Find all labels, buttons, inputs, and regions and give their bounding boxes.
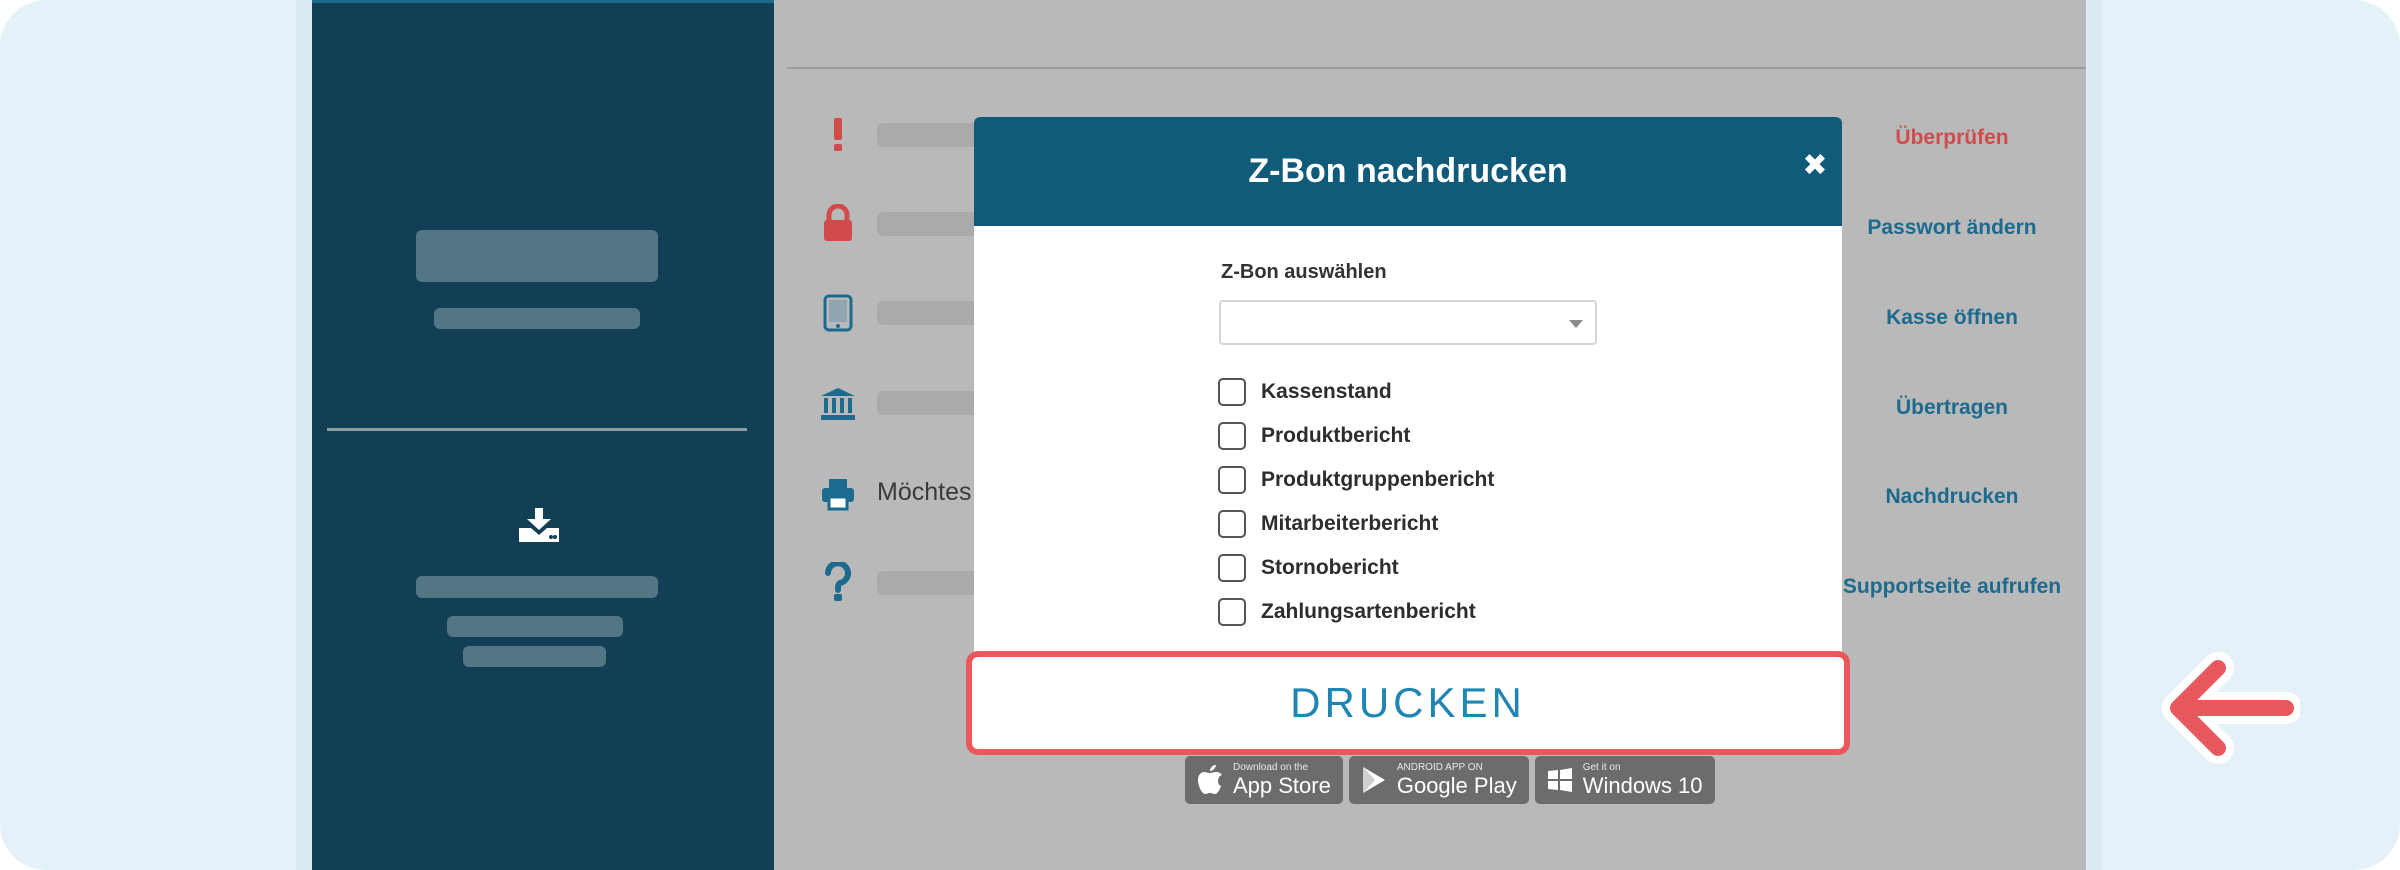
badge-big-text: App Store <box>1233 773 1331 798</box>
checkbox[interactable] <box>1218 422 1246 450</box>
sidebar <box>312 0 774 870</box>
sidebar-text-placeholder <box>463 646 606 667</box>
close-icon[interactable]: ✖ <box>1800 151 1830 181</box>
row-text-placeholder <box>877 391 987 415</box>
row-text: Möchtes <box>877 478 972 506</box>
action-reprint-link[interactable]: Nachdrucken <box>1802 485 2086 509</box>
report-checkbox-list: Kassenstand Produktbericht Produktgruppe… <box>1218 370 1494 634</box>
z-report-select[interactable] <box>1219 300 1597 345</box>
bank-icon <box>818 384 858 424</box>
checkbox-label: Mitarbeiterbericht <box>1261 512 1439 535</box>
checkbox-label: Stornobericht <box>1261 556 1399 579</box>
checkbox[interactable] <box>1218 554 1246 582</box>
dialog-header: Z-Bon nachdrucken ✖ <box>974 117 1842 226</box>
sidebar-top-line <box>312 0 774 3</box>
reprint-z-report-dialog: Z-Bon nachdrucken ✖ Z-Bon auswählen Kass… <box>974 117 1842 652</box>
action-check-link[interactable]: Überprüfen <box>1802 126 2086 150</box>
tablet-icon <box>818 293 858 333</box>
sidebar-divider <box>327 428 747 431</box>
z-report-select-label: Z-Bon auswählen <box>1221 261 1387 283</box>
printer-icon <box>818 474 858 514</box>
lock-icon <box>818 203 858 243</box>
app-store-badge[interactable]: Download on the App Store <box>1185 756 1343 804</box>
chevron-down-icon <box>1569 320 1583 328</box>
windows-store-badge[interactable]: Get it on Windows 10 <box>1534 756 1715 804</box>
action-open-register-link[interactable]: Kasse öffnen <box>1802 306 2086 330</box>
print-button[interactable]: DRUCKEN <box>966 651 1850 755</box>
action-change-password-link[interactable]: Passwort ändern <box>1802 216 2086 240</box>
row-text-placeholder <box>877 571 987 595</box>
sidebar-title-placeholder <box>416 230 658 282</box>
checkbox-cash-balance[interactable]: Kassenstand <box>1218 370 1494 414</box>
badge-big-text: Google Play <box>1396 773 1517 798</box>
frame-strip <box>296 0 312 870</box>
sidebar-text-placeholder <box>447 616 623 637</box>
checkbox-label: Produktgruppenbericht <box>1261 468 1495 491</box>
badge-big-text: Windows 10 <box>1582 773 1703 798</box>
checkbox-product-report[interactable]: Produktbericht <box>1218 414 1494 458</box>
action-transfer-link[interactable]: Übertragen <box>1802 396 2086 420</box>
arrow-left-icon <box>2162 652 2300 764</box>
checkbox-label: Produktbericht <box>1261 424 1411 447</box>
windows-icon <box>1545 765 1575 795</box>
sidebar-subtitle-placeholder <box>434 308 640 329</box>
checkbox[interactable] <box>1218 466 1246 494</box>
checkbox[interactable] <box>1218 598 1246 626</box>
checkbox-cancellation-report[interactable]: Stornobericht <box>1218 546 1494 590</box>
action-support-link[interactable]: Supportseite aufrufen <box>1802 575 2086 599</box>
row-text-placeholder <box>877 212 987 236</box>
checkbox-product-group-report[interactable]: Produktgruppenbericht <box>1218 458 1494 502</box>
google-play-badge[interactable]: ANDROID APP ON Google Play <box>1348 756 1529 804</box>
exclamation-icon <box>818 114 858 154</box>
google-play-icon <box>1359 765 1389 795</box>
checkbox-label: Kassenstand <box>1261 380 1392 403</box>
apple-icon <box>1195 765 1225 795</box>
sidebar-text-placeholder <box>416 576 658 598</box>
dialog-title: Z-Bon nachdrucken <box>1248 152 1568 190</box>
download-icon <box>519 508 559 542</box>
checkbox-label: Zahlungsartenbericht <box>1261 600 1476 623</box>
row-text-placeholder <box>877 301 987 325</box>
checkbox-employee-report[interactable]: Mitarbeiterbericht <box>1218 502 1494 546</box>
checkbox-payment-method-report[interactable]: Zahlungsartenbericht <box>1218 590 1494 634</box>
checkbox[interactable] <box>1218 510 1246 538</box>
store-badges: Download on the App Store ANDROID APP ON G… <box>1185 756 1715 804</box>
main-divider <box>787 67 2086 69</box>
question-icon <box>818 562 858 602</box>
row-text-placeholder <box>877 123 987 147</box>
print-button-label: DRUCKEN <box>1290 679 1526 726</box>
frame-strip <box>2086 0 2102 870</box>
checkbox[interactable] <box>1218 378 1246 406</box>
